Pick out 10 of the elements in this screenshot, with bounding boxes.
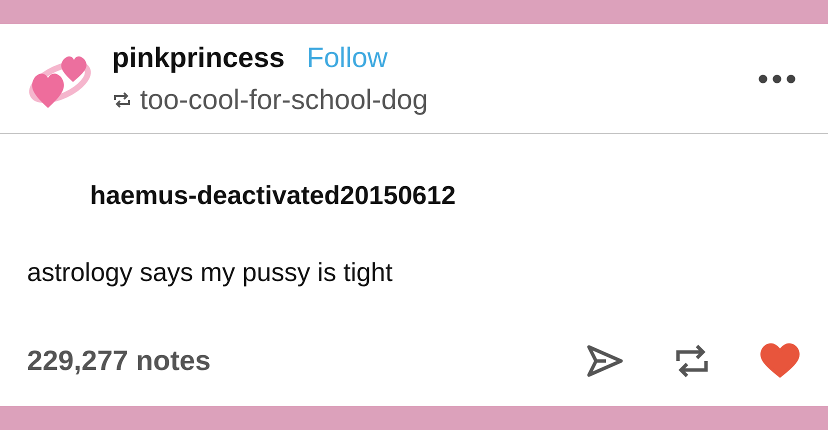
- reblog-icon[interactable]: [674, 343, 710, 379]
- reblog-username[interactable]: haemus-deactivated20150612: [90, 176, 828, 215]
- blog-name[interactable]: pinkprincess: [112, 36, 285, 78]
- more-options-icon[interactable]: [758, 74, 796, 84]
- reblogged-from-name[interactable]: too-cool-for-school-dog: [140, 78, 428, 120]
- send-icon[interactable]: [586, 344, 624, 378]
- reblog-icon: [112, 90, 132, 108]
- post-text: astrology says my pussy is tight: [27, 256, 394, 289]
- heart-icon[interactable]: [760, 343, 800, 379]
- notes-count[interactable]: 229,277 notes: [27, 340, 211, 382]
